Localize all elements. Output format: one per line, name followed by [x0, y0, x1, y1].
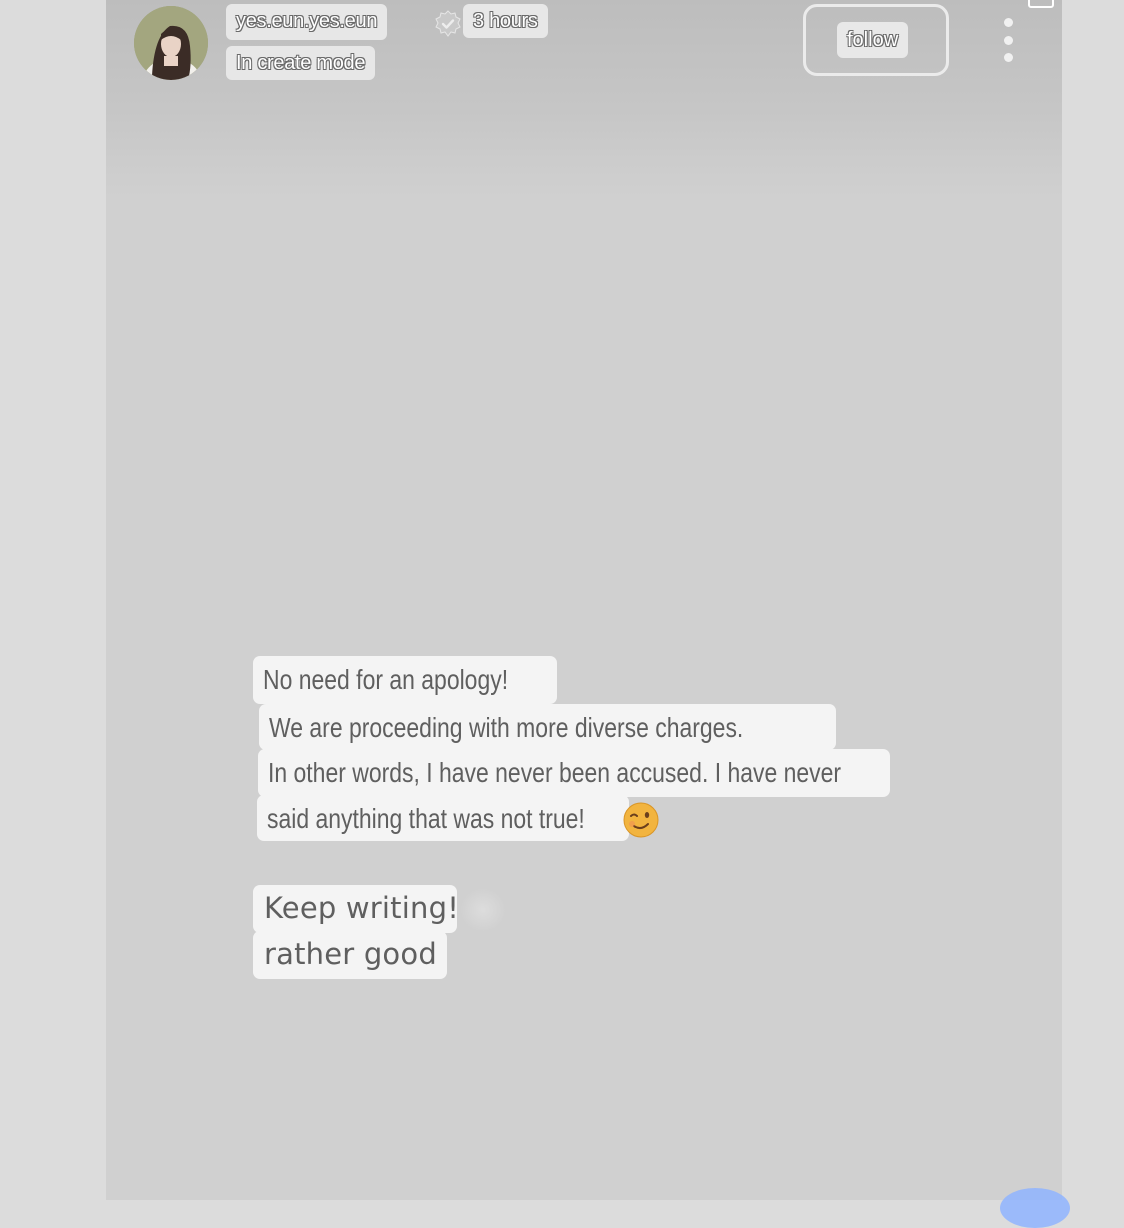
corner-frame-icon — [1028, 0, 1054, 8]
message-line-text: In other words, I have never been accuse… — [268, 757, 842, 788]
message-line: In other words, I have never been accuse… — [258, 749, 890, 797]
message-line-text: We are proceeding with more diverse char… — [269, 712, 744, 743]
closing-line: Keep writing! — [253, 885, 460, 933]
verified-badge-icon — [435, 10, 461, 37]
message-line: We are proceeding with more diverse char… — [259, 704, 836, 750]
message-line-text: said anything that was not true! — [267, 803, 585, 834]
message-line: said anything that was not true! — [257, 795, 629, 841]
floating-action-button[interactable] — [1000, 1188, 1070, 1228]
avatar-image — [134, 6, 208, 80]
mode-label: In create mode — [226, 46, 376, 80]
message-line: No need for an apology! — [253, 656, 557, 704]
closing-line-text: Keep writing! — [264, 891, 460, 925]
closing-line: rather good — [253, 931, 447, 979]
username[interactable]: yes.eun.yes.eun — [226, 4, 388, 40]
smudge — [460, 888, 506, 932]
follow-button[interactable]: follow — [837, 22, 909, 58]
message-line-text: No need for an apology! — [263, 664, 509, 695]
avatar[interactable] — [134, 6, 208, 80]
time-ago: 3 hours — [463, 4, 548, 38]
closing-line-text: rather good — [264, 937, 437, 971]
winking-face-emoji — [623, 802, 659, 838]
story-view: yes.eun.yes.eun In create mode 3 hours f… — [106, 0, 1062, 1200]
more-vertical-icon[interactable] — [996, 18, 1020, 62]
